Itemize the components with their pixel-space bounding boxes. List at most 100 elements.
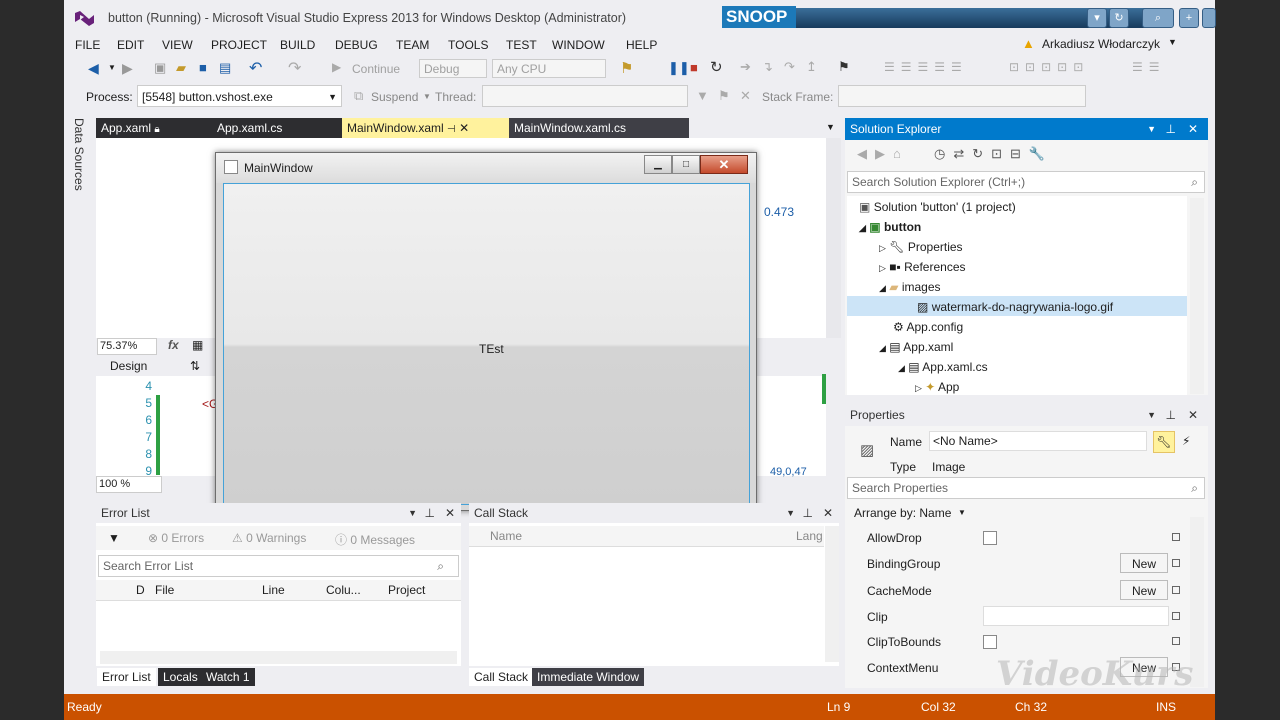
tab-locals[interactable]: Locals <box>158 668 203 686</box>
snoop-search-icon[interactable]: ⌕ <box>1142 8 1174 28</box>
menu-debug[interactable]: DEBUG <box>335 38 378 52</box>
tree-item-app-config[interactable]: ⚙ App.config <box>893 320 963 334</box>
col-d[interactable]: D <box>136 583 145 597</box>
pin-icon[interactable]: ⊥ <box>803 503 813 523</box>
properties-header[interactable]: Properties ▼ ⊥ ✕ <box>845 404 1208 426</box>
name-field[interactable]: <No Name> <box>929 431 1147 451</box>
thread-dropdown[interactable] <box>482 85 688 107</box>
attach-icon[interactable]: ⚑ <box>620 59 633 77</box>
formula-icon[interactable]: fx <box>168 338 179 352</box>
property-marker[interactable] <box>1172 559 1180 567</box>
solution-explorer-header[interactable]: Solution Explorer ▼ ⊥ ✕ <box>845 118 1208 140</box>
close-icon[interactable]: ✕ <box>459 121 469 135</box>
stop-debugging-icon[interactable]: ■ <box>690 60 698 75</box>
editor-zoom-dropdown[interactable]: 100 % <box>96 476 162 493</box>
forward-icon[interactable]: ▶ <box>122 60 133 77</box>
tree-item-references[interactable]: ▷ ■▪ References <box>879 260 966 274</box>
menu-edit[interactable]: EDIT <box>117 38 144 52</box>
suspend-icon[interactable]: ⧉ <box>354 88 363 104</box>
error-list-header[interactable]: Error List ▼ ⊥ ✕ <box>96 503 461 523</box>
back-chevron-icon[interactable]: ▼ <box>108 63 116 72</box>
app-window-client[interactable]: TEst <box>223 183 750 505</box>
snoop-toolbar-icons[interactable]: ⊡⊡⊡⊡⊡ <box>1009 60 1089 74</box>
panel-dropdown-icon[interactable]: ▼ <box>1147 118 1156 140</box>
col-project[interactable]: Project <box>388 583 425 597</box>
properties-wrench-icon[interactable]: 🔧︎ <box>1153 431 1175 453</box>
app-main-window[interactable]: MainWindow ▁ □ ✕ TEst <box>215 152 757 511</box>
arrange-by-dropdown[interactable]: Arrange by: Name <box>854 506 951 520</box>
close-icon[interactable]: ✕ <box>1188 404 1198 426</box>
expand-icon[interactable]: ◢ <box>879 343 886 353</box>
menu-help[interactable]: HELP <box>626 38 657 52</box>
events-lightning-icon[interactable]: ⚡︎ <box>1182 434 1190 448</box>
collapse-icon[interactable]: ▷ <box>879 243 886 253</box>
step-into-icon[interactable]: ↴ <box>762 59 773 75</box>
step-over-icon[interactable]: ↷ <box>784 59 795 75</box>
open-icon[interactable]: ▰ <box>176 60 186 76</box>
tree-item-app-xaml-cs[interactable]: ◢ ▤ App.xaml.cs <box>898 360 988 374</box>
design-tab[interactable]: Design <box>110 359 147 373</box>
call-stack-scrollbar[interactable] <box>825 526 839 662</box>
menu-test[interactable]: TEST <box>506 38 537 52</box>
menu-project[interactable]: PROJECT <box>211 38 267 52</box>
pin-icon[interactable]: ⊥ <box>1166 404 1176 426</box>
minimize-button[interactable]: ▁ <box>644 155 672 174</box>
tree-item-solution[interactable]: ▣ Solution 'button' (1 project) <box>859 200 1016 214</box>
restart-icon[interactable]: ↻ <box>710 58 723 76</box>
errors-filter[interactable]: ⊗ 0 Errors <box>148 531 204 545</box>
col-lang[interactable]: Lang <box>796 529 823 543</box>
tab-app-xaml[interactable]: App.xaml 🔒︎ <box>96 118 212 138</box>
expand-icon[interactable]: ◢ <box>859 223 866 233</box>
messages-filter[interactable]: ⓘ 0 Messages <box>335 531 415 548</box>
grid-icon[interactable]: ▦ <box>192 338 203 352</box>
hex-display-icon[interactable]: ⚑ <box>838 59 850 75</box>
close-window-button[interactable]: ✕ <box>700 155 748 174</box>
show-next-statement-icon[interactable]: ➔ <box>740 59 751 75</box>
bindinggroup-new-button[interactable]: New <box>1120 553 1168 573</box>
col-line[interactable]: Line <box>262 583 285 597</box>
panel-dropdown-icon[interactable]: ▼ <box>786 503 795 523</box>
solution-nav-icons[interactable]: ◀▶⌂ <box>857 146 909 162</box>
expand-icon[interactable]: ◢ <box>898 363 905 373</box>
tree-item-images[interactable]: ◢ ▰ images <box>879 280 941 294</box>
call-stack-header[interactable]: Call Stack ▼ ⊥ ✕ <box>469 503 839 523</box>
property-marker[interactable] <box>1172 586 1180 594</box>
undo-icon[interactable]: ↶ <box>249 58 262 78</box>
suspend-label[interactable]: Suspend <box>371 90 418 104</box>
snoop-more-icon[interactable] <box>1202 8 1216 28</box>
menu-window[interactable]: WINDOW <box>552 38 605 52</box>
error-list-search-input[interactable]: Search Error List ⌕ <box>98 555 459 577</box>
user-name[interactable]: Arkadiusz Włodarczyk <box>1042 37 1160 51</box>
snoop-refresh-icon[interactable]: ↻ <box>1109 8 1129 28</box>
app-window-titlebar[interactable]: MainWindow ▁ □ ✕ <box>216 153 756 183</box>
stack-frame-dropdown[interactable] <box>838 85 1086 107</box>
tree-item-app-class[interactable]: ▷ ✦ App <box>915 380 959 394</box>
tree-item-app-xaml[interactable]: ◢ ▤ App.xaml <box>879 340 953 354</box>
cliptobounds-checkbox[interactable] <box>983 635 997 649</box>
pin-icon[interactable]: ⊣ <box>447 124 456 135</box>
tab-watch-1[interactable]: Watch 1 <box>201 668 255 686</box>
menu-team[interactable]: TEAM <box>396 38 429 52</box>
tab-mainwindow-xaml[interactable]: MainWindow.xaml ⊣ ✕ <box>342 118 509 138</box>
cachemode-new-button[interactable]: New <box>1120 580 1168 600</box>
process-dropdown[interactable]: [5548] button.vshost.exe ▼ <box>137 85 342 107</box>
filter-icon[interactable]: ▼ <box>108 531 120 545</box>
pin-icon[interactable]: ⊥ <box>1166 118 1176 140</box>
user-chevron-down-icon[interactable]: ▼ <box>1168 37 1177 47</box>
error-list-hscrollbar[interactable] <box>100 651 457 664</box>
col-name[interactable]: Name <box>490 529 522 543</box>
continue-button[interactable]: Continue <box>352 62 400 76</box>
threads-icon[interactable]: ✕ <box>740 88 751 104</box>
solution-search-input[interactable]: Search Solution Explorer (Ctrl+;) ⌕ <box>847 171 1205 193</box>
tab-immediate-window[interactable]: Immediate Window <box>532 668 645 686</box>
menu-build[interactable]: BUILD <box>280 38 315 52</box>
tab-error-list[interactable]: Error List <box>97 668 156 686</box>
break-all-icon[interactable]: ❚❚ <box>668 60 690 76</box>
arrange-chevron-icon[interactable]: ▼ <box>958 508 966 517</box>
properties-search-input[interactable]: Search Properties ⌕ <box>847 477 1205 499</box>
property-marker[interactable] <box>1172 637 1180 645</box>
tab-overflow-chevron-icon[interactable]: ▼ <box>826 122 835 132</box>
collapse-icon[interactable]: ▷ <box>915 383 922 393</box>
tab-mainwindow-xaml-cs[interactable]: MainWindow.xaml.cs <box>509 118 689 138</box>
designer-zoom-dropdown[interactable]: 75.37% <box>97 338 157 355</box>
